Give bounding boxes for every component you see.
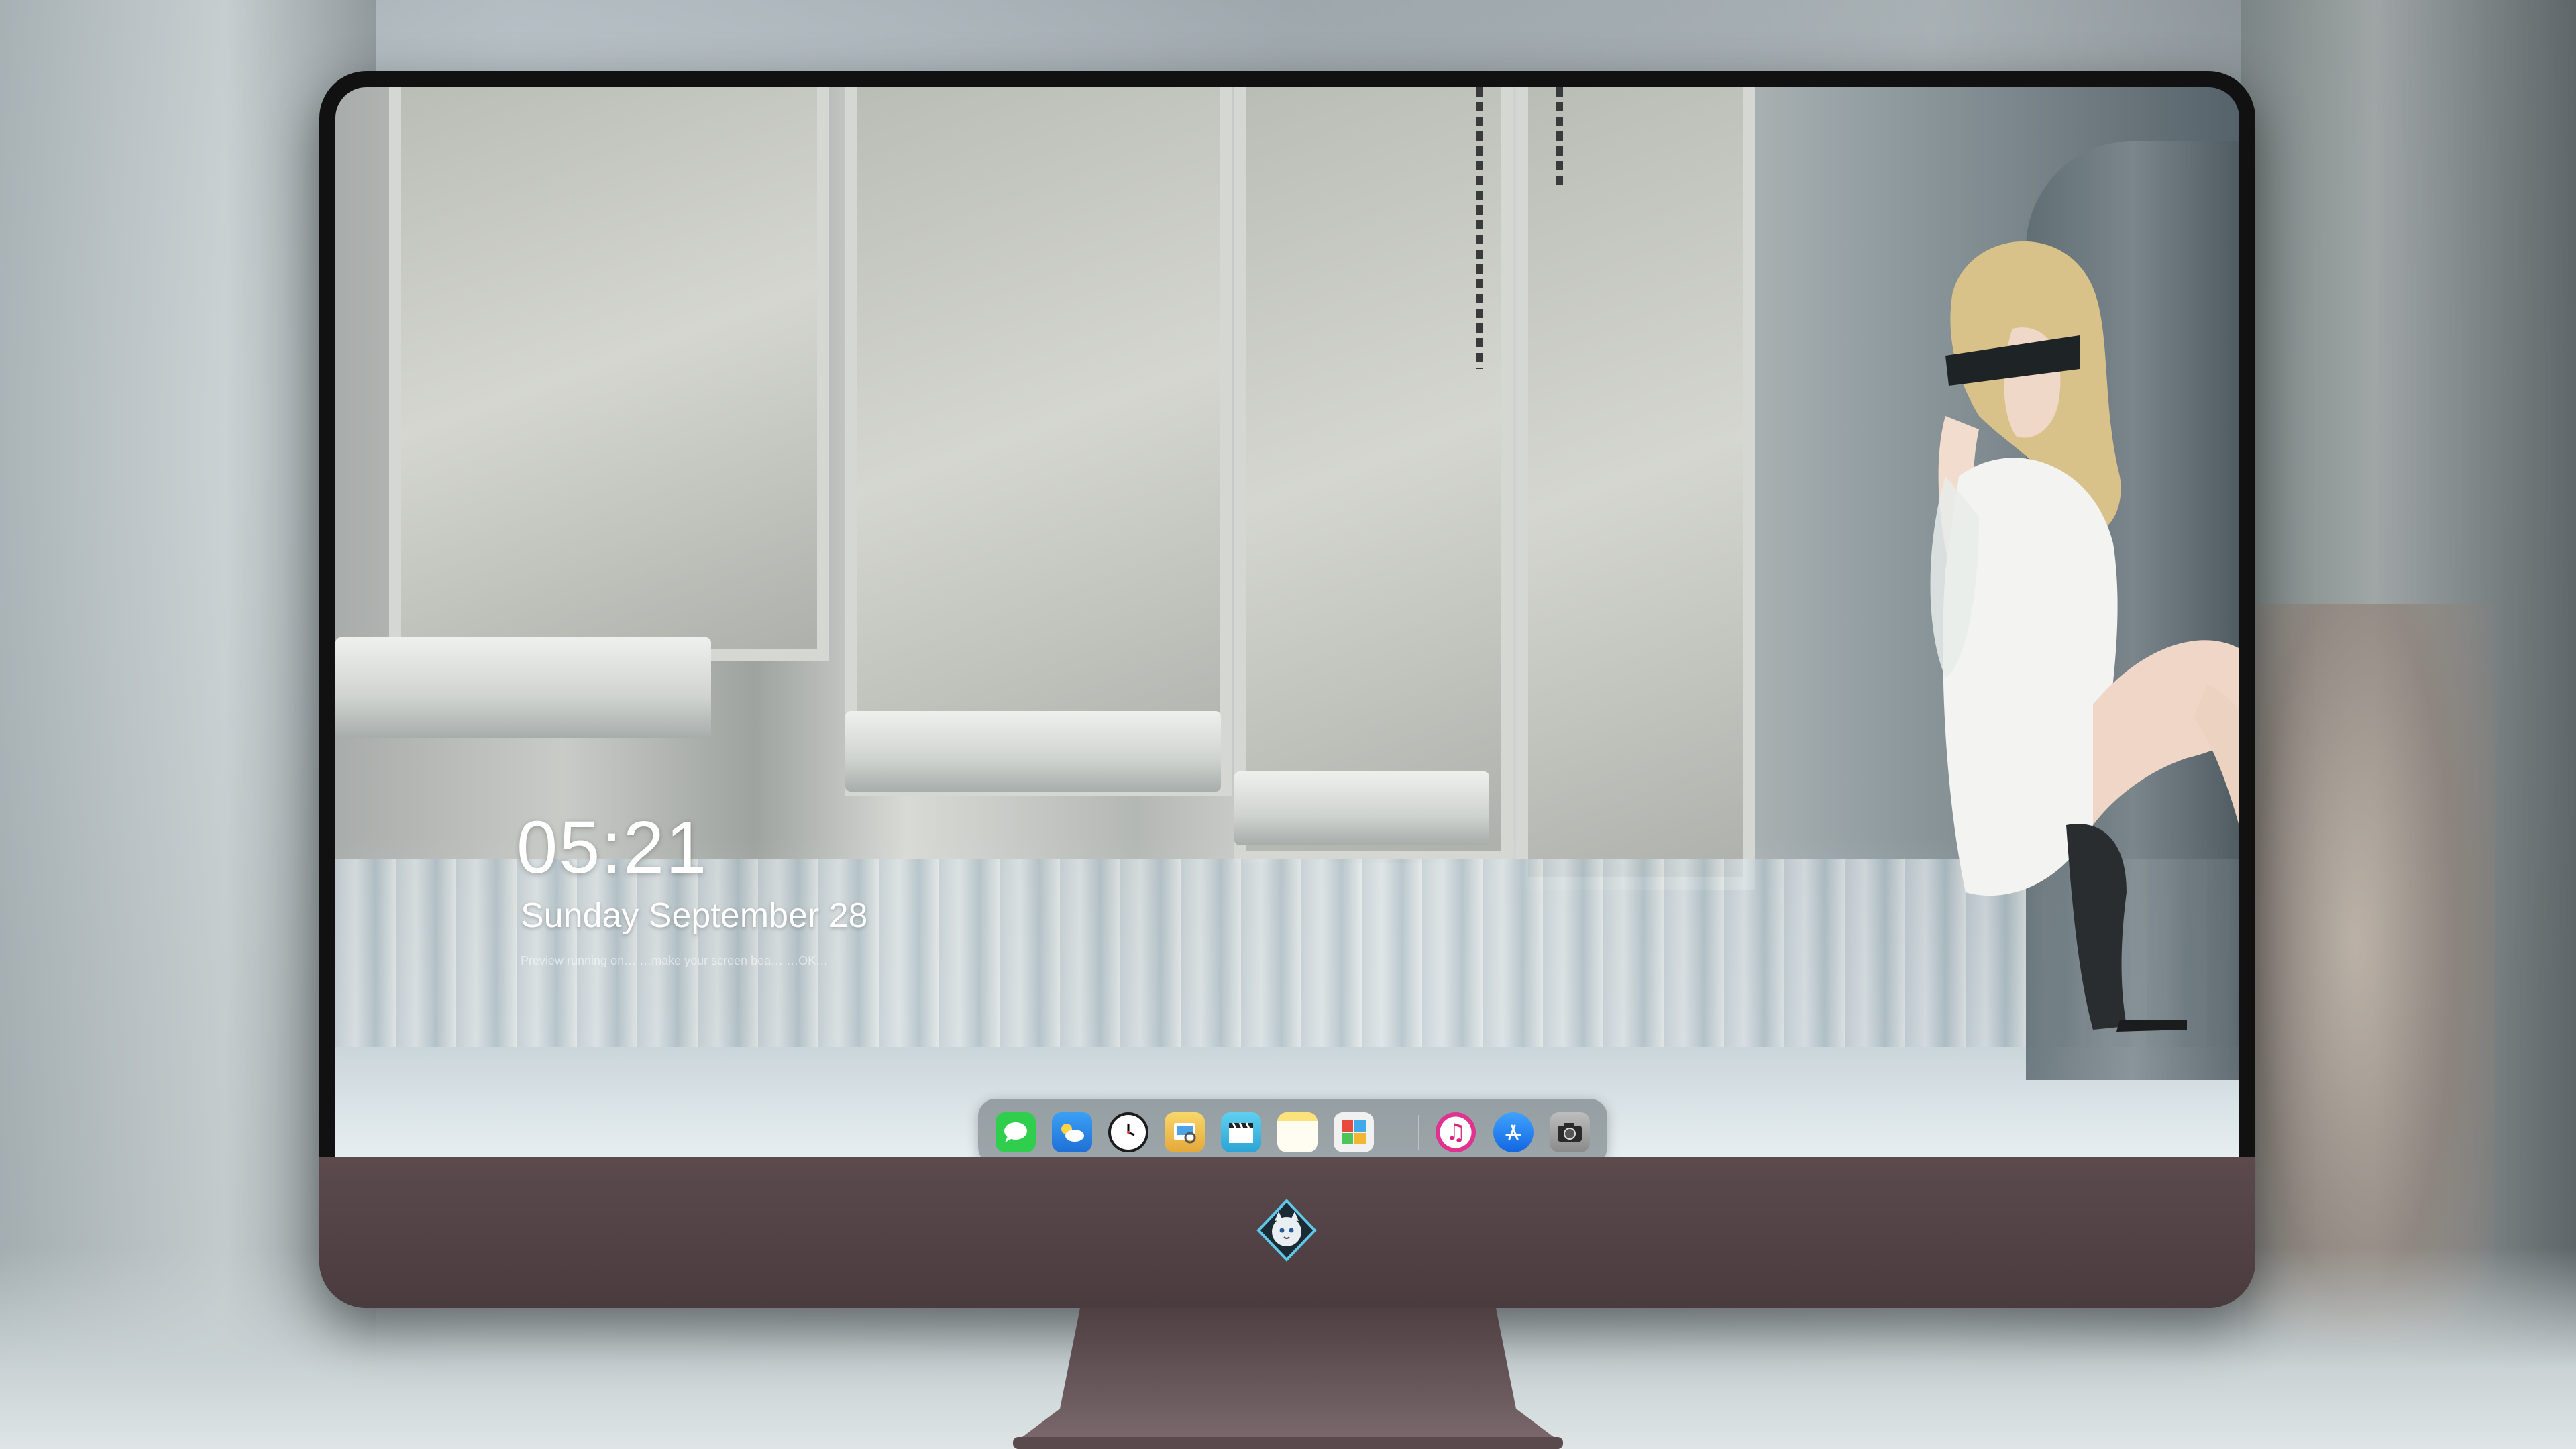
music-icon[interactable]: ♫ <box>1436 1112 1476 1152</box>
wallpaper-chain <box>1556 87 1563 188</box>
cat-logo-icon <box>1256 1199 1317 1262</box>
clapperboard-icon[interactable] <box>1221 1112 1261 1152</box>
weather-icon[interactable] <box>1052 1112 1092 1152</box>
lock-screen-time: 05:21 <box>517 806 708 889</box>
monitor-stand <box>1013 1308 1563 1449</box>
wallpaper-sill <box>845 711 1221 792</box>
dock: ♫ <box>978 1099 1607 1157</box>
notes-icon[interactable] <box>1277 1112 1318 1152</box>
lock-screen-date: Sunday September 28 <box>521 896 868 935</box>
screen: 05:21 Sunday September 28 Preview runnin… <box>335 87 2239 1157</box>
desktop-scene: 05:21 Sunday September 28 Preview runnin… <box>0 0 2576 1449</box>
wallpaper-panel <box>845 87 1232 796</box>
camera-icon[interactable] <box>1550 1112 1590 1152</box>
wallpaper-chain <box>1476 87 1483 369</box>
preview-icon[interactable] <box>1165 1112 1205 1152</box>
messages-icon[interactable] <box>996 1112 1036 1152</box>
app-store-icon[interactable] <box>1493 1112 1534 1152</box>
wallpaper-sill <box>1234 771 1489 845</box>
wallpaper-figure <box>1930 241 2239 1032</box>
clock-icon[interactable] <box>1108 1112 1148 1152</box>
lock-screen-preview-text: Preview running on… …make your screen be… <box>521 954 828 967</box>
wallpaper-sill <box>335 637 711 738</box>
wallpaper-panel <box>1234 87 1513 863</box>
wallpaper-panel <box>1516 87 1755 890</box>
monitor-chin <box>319 1157 2255 1308</box>
photo-booth-icon[interactable] <box>1334 1112 1374 1152</box>
monitor: 05:21 Sunday September 28 Preview runnin… <box>319 71 2255 1308</box>
wallpaper-panel <box>389 87 829 661</box>
dock-separator <box>1418 1115 1419 1150</box>
